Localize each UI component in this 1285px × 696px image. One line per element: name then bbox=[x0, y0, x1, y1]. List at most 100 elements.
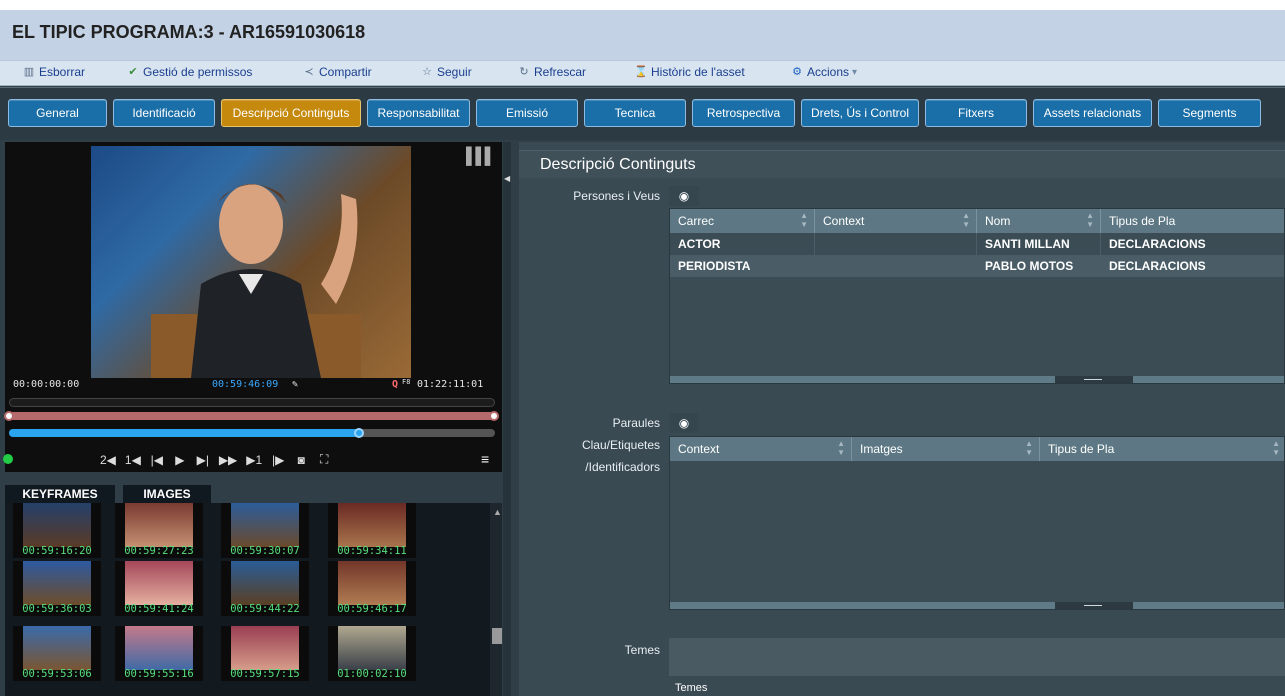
thumbnail-scrollbar[interactable]: ▲ bbox=[490, 503, 502, 696]
menu-icon[interactable]: ≡ bbox=[481, 451, 489, 467]
thumbnail-item[interactable]: 00:59:57:15 bbox=[221, 626, 309, 681]
tab-segments[interactable]: Segments bbox=[1158, 99, 1261, 127]
fast-forward-button[interactable]: ▶▶ bbox=[219, 453, 237, 467]
panel-splitter[interactable]: ◀ bbox=[503, 142, 511, 696]
refresh-button[interactable]: ↻ Refrescar bbox=[517, 65, 586, 79]
tab-tecnica[interactable]: Tecnica bbox=[584, 99, 686, 127]
out-knob[interactable] bbox=[489, 411, 499, 421]
col-carrec[interactable]: Carrec ▲ ▼ bbox=[670, 209, 815, 233]
cell-carrec: PERIODISTA bbox=[670, 255, 815, 277]
next-frame-button[interactable]: ▶| bbox=[196, 453, 210, 467]
tc-end-prefix: F8 bbox=[402, 378, 411, 386]
tab-images[interactable]: IMAGES bbox=[123, 485, 211, 503]
col-context[interactable]: Context ▲ ▼ bbox=[670, 437, 852, 461]
search-frame-icon[interactable]: Q bbox=[392, 379, 398, 390]
back-1-button[interactable]: 1◀ bbox=[125, 453, 141, 467]
thumbnail-item[interactable]: 00:59:44:22 bbox=[221, 561, 309, 616]
tab-fitxers[interactable]: Fitxers bbox=[925, 99, 1027, 127]
progress-track[interactable] bbox=[9, 428, 495, 438]
permissions-icon: ✔ bbox=[128, 65, 138, 78]
forward-1-button[interactable]: ▶1 bbox=[246, 453, 262, 467]
progress-fill bbox=[9, 429, 359, 437]
thumbnail-item[interactable]: 00:59:34:11 bbox=[328, 503, 416, 558]
in-knob[interactable] bbox=[4, 411, 14, 421]
tab-retrospectiva[interactable]: Retrospectiva bbox=[692, 99, 795, 127]
persones-eye-icon[interactable]: ◉ bbox=[669, 186, 699, 206]
scrollbar-thumb[interactable] bbox=[1055, 602, 1133, 609]
thumbnail-item[interactable]: 00:59:55:16 bbox=[115, 626, 203, 681]
thumbnail-timecode: 00:59:53:06 bbox=[22, 668, 92, 680]
col-nom[interactable]: Nom ▲ ▼ bbox=[977, 209, 1101, 233]
progress-knob[interactable] bbox=[353, 428, 364, 438]
scroll-up-icon[interactable]: ▲ bbox=[493, 507, 502, 517]
thumbnail-item[interactable]: 00:59:30:07 bbox=[221, 503, 309, 558]
thumbnail-item[interactable]: 00:59:41:24 bbox=[115, 561, 203, 616]
share-button[interactable]: ≺ Compartir bbox=[302, 65, 371, 79]
persones-hscrollbar[interactable] bbox=[670, 376, 1284, 383]
title-bar: EL TIPIC PROGRAMA:3 - AR16591030618 bbox=[0, 10, 1285, 60]
thumbnail-item[interactable]: 00:59:46:17 bbox=[328, 561, 416, 616]
col-tipus-pla[interactable]: Tipus de Pla ▲ ▼ bbox=[1040, 437, 1285, 461]
tab-drets[interactable]: Drets, Ús i Control bbox=[801, 99, 919, 127]
tab-responsabilitat[interactable]: Responsabilitat bbox=[367, 99, 470, 127]
history-button[interactable]: ⌛ Històric de l'asset bbox=[634, 65, 745, 79]
table-row[interactable]: PERIODISTA PABLO MOTOS DECLARACIONS bbox=[670, 255, 1284, 277]
step-forward-button[interactable]: |▶ bbox=[271, 453, 285, 467]
scrollbar-thumb[interactable] bbox=[1055, 376, 1133, 383]
tab-keyframes[interactable]: KEYFRAMES bbox=[5, 485, 115, 503]
col-tipus-pla[interactable]: Tipus de Pla bbox=[1101, 209, 1285, 233]
persones-grid: Carrec ▲ ▼ Context ▲ ▼ Nom ▲ ▼ Tipus de Pla AC… bbox=[669, 208, 1285, 384]
toolbar: ▥ Esborrar ✔ Gestió de permissos ≺ Compa… bbox=[0, 60, 1285, 86]
tab-identificacio[interactable]: Identificació bbox=[113, 99, 215, 127]
follow-button[interactable]: ☆ Seguir bbox=[420, 65, 472, 79]
delete-label: Esborrar bbox=[39, 65, 86, 79]
paraules-grid: Context ▲ ▼ Imatges ▲ ▼ Tipus de Pla ▲ ▼ bbox=[669, 436, 1285, 610]
collapse-arrow-icon[interactable]: ◀ bbox=[504, 174, 510, 183]
permissions-label: Gestió de permissos bbox=[143, 65, 253, 79]
thumbnail-item[interactable]: 00:59:53:06 bbox=[13, 626, 101, 681]
prev-frame-button[interactable]: |◀ bbox=[150, 453, 164, 467]
delete-button[interactable]: ▥ Esborrar bbox=[22, 65, 85, 79]
inout-track[interactable] bbox=[4, 411, 499, 421]
col-context[interactable]: Context ▲ ▼ bbox=[815, 209, 977, 233]
camera-icon[interactable]: ◙ bbox=[294, 453, 308, 467]
paraules-label: Paraules Clau/Etiquetes /Identificadors bbox=[582, 412, 660, 478]
sort-icon: ▲ ▼ bbox=[837, 439, 845, 457]
thumbnail-timecode: 00:59:36:03 bbox=[22, 603, 92, 615]
temes-sublabel: Temes bbox=[675, 682, 708, 694]
thumbnail-image bbox=[338, 626, 406, 670]
col-imatges[interactable]: Imatges ▲ ▼ bbox=[852, 437, 1040, 461]
status-led bbox=[3, 454, 13, 464]
video-frame[interactable] bbox=[91, 146, 411, 378]
temes-field[interactable] bbox=[669, 638, 1285, 676]
trash-icon: ▥ bbox=[23, 65, 35, 78]
thumbnail-item[interactable]: 00:59:36:03 bbox=[13, 561, 101, 616]
actions-dropdown[interactable]: ⚙ Accions ▾ bbox=[790, 65, 857, 79]
play-button[interactable]: ▶ bbox=[173, 453, 187, 467]
thumbnail-timecode: 00:59:41:24 bbox=[124, 603, 194, 615]
tab-assets-relacionats[interactable]: Assets relacionats bbox=[1033, 99, 1152, 127]
tab-descripcio-continguts[interactable]: Descripció Continguts bbox=[221, 99, 361, 127]
fullscreen-icon[interactable]: ⛶ bbox=[317, 452, 331, 467]
thumbnail-image bbox=[231, 626, 299, 670]
tab-emissio[interactable]: Emissió bbox=[476, 99, 578, 127]
transport-controls: 2◀ 1◀ |◀ ▶ ▶| ▶▶ ▶1 |▶ ◙ ⛶ bbox=[100, 452, 331, 467]
table-row[interactable]: ACTOR SANTI MILLAN DECLARACIONS bbox=[670, 233, 1284, 255]
thumbnail-item[interactable]: 00:59:27:23 bbox=[115, 503, 203, 558]
paraules-hscrollbar[interactable] bbox=[670, 602, 1284, 609]
thumbnail-image bbox=[125, 626, 193, 670]
thumbnail-item[interactable]: 00:59:16:20 bbox=[13, 503, 101, 558]
paraules-grid-header: Context ▲ ▼ Imatges ▲ ▼ Tipus de Pla ▲ ▼ bbox=[670, 437, 1284, 461]
scrollbar-thumb[interactable] bbox=[492, 628, 502, 644]
permissions-button[interactable]: ✔ Gestió de permissos bbox=[126, 65, 252, 79]
volume-meter-icon[interactable]: ▌▌▌ bbox=[466, 148, 496, 166]
edit-timecode-icon[interactable]: ✎ bbox=[292, 379, 298, 390]
tab-general[interactable]: General bbox=[8, 99, 107, 127]
thumbnail-item[interactable]: 01:00:02:10 bbox=[328, 626, 416, 681]
paraules-eye-icon[interactable]: ◉ bbox=[669, 413, 699, 433]
back-2-button[interactable]: 2◀ bbox=[100, 453, 116, 467]
mark-track[interactable] bbox=[9, 398, 495, 407]
video-player: ▌▌▌ 00:00:00:00 00:59:46:09 ✎ Q F8 01:22… bbox=[3, 142, 502, 472]
content-panel: Descripció Continguts Persones i Veus ◉ … bbox=[519, 142, 1285, 696]
timecode-start: 00:00:00:00 bbox=[13, 379, 80, 390]
